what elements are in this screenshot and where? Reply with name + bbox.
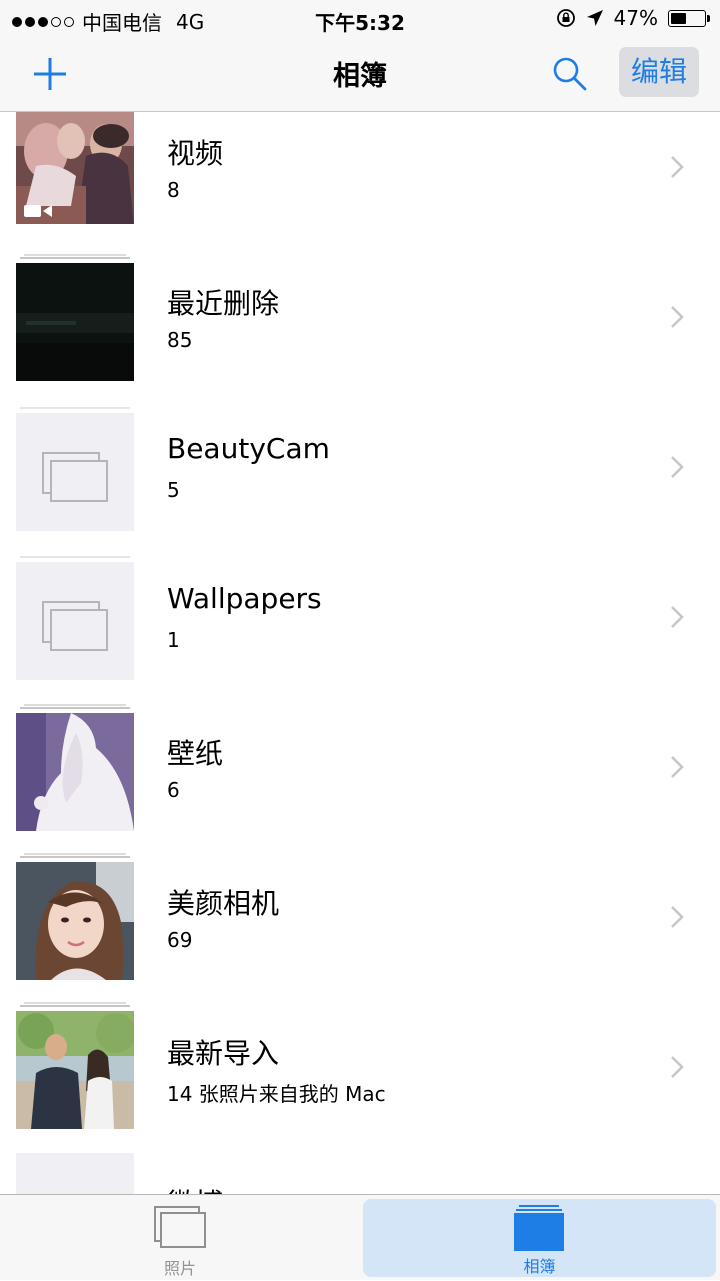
album-thumbnail xyxy=(16,853,134,980)
chevron-right-icon xyxy=(671,606,684,628)
album-count: 69 xyxy=(167,928,193,952)
chevron-right-icon xyxy=(671,306,684,328)
album-count: 14 张照片来自我的 Mac xyxy=(167,1082,386,1106)
album-row-meiyan-camera[interactable]: 美颜相机 69 xyxy=(0,853,720,1006)
album-name: BeautyCam xyxy=(167,432,330,465)
rotation-lock-icon xyxy=(556,9,575,27)
empty-album-icon xyxy=(42,452,108,502)
album-name: 视频 xyxy=(167,137,224,170)
video-camera-icon xyxy=(24,205,52,217)
album-thumbnail xyxy=(16,407,134,531)
album-thumbnail xyxy=(16,1002,134,1129)
album-name: Wallpapers xyxy=(167,582,322,615)
edit-button[interactable]: 编辑 xyxy=(619,47,699,97)
album-count: 8 xyxy=(167,178,180,202)
battery-icon xyxy=(668,9,710,27)
album-name: 微博 xyxy=(167,1182,223,1194)
tab-photos[interactable]: 照片 xyxy=(0,1195,360,1281)
battery-percent: 47% xyxy=(613,6,658,30)
album-row-wallpapers[interactable]: Wallpapers 1 xyxy=(0,556,720,706)
album-count: 6 xyxy=(167,778,180,802)
tab-bar: 照片 相簿 xyxy=(0,1194,720,1280)
album-row-weibo[interactable]: 微博 xyxy=(0,1153,720,1194)
navigation-bar: 相簿 编辑 xyxy=(0,38,720,112)
album-name: 最新导入 xyxy=(167,1037,280,1070)
album-count: 1 xyxy=(167,628,180,652)
chevron-right-icon xyxy=(671,756,684,778)
album-row-last-import[interactable]: 最新导入 14 张照片来自我的 Mac xyxy=(0,1002,720,1156)
chevron-right-icon xyxy=(671,906,684,928)
album-count: 5 xyxy=(167,478,180,502)
chevron-right-icon xyxy=(671,1056,684,1078)
album-count: 85 xyxy=(167,328,193,352)
album-list: 视频 8 最近删除 85 BeautyCam 5 Wallpapers 1 壁纸… xyxy=(0,112,720,1194)
empty-album-icon xyxy=(42,601,108,651)
tab-label: 照片 xyxy=(163,1259,196,1278)
photos-icon xyxy=(154,1206,206,1248)
album-thumbnail xyxy=(16,556,134,680)
album-thumbnail xyxy=(16,254,134,381)
status-right: 47% xyxy=(556,6,710,30)
album-name: 美颜相机 xyxy=(167,887,280,920)
album-row-beautycam[interactable]: BeautyCam 5 xyxy=(0,406,720,556)
album-row-wallpaper-cn[interactable]: 壁纸 6 xyxy=(0,704,720,856)
search-icon xyxy=(553,57,587,91)
page-title: 相簿 xyxy=(333,61,387,92)
location-icon xyxy=(586,10,603,26)
album-name: 壁纸 xyxy=(167,737,224,770)
album-row-recently-deleted[interactable]: 最近删除 85 xyxy=(0,254,720,406)
album-thumbnail xyxy=(16,112,134,224)
album-thumbnail xyxy=(16,704,134,831)
chevron-right-icon xyxy=(671,156,684,178)
tab-label: 相簿 xyxy=(523,1257,556,1276)
album-row-videos[interactable]: 视频 8 xyxy=(0,112,720,256)
album-name: 最近删除 xyxy=(167,287,280,320)
albums-icon xyxy=(514,1205,564,1251)
chevron-right-icon xyxy=(671,456,684,478)
tab-albums[interactable]: 相簿 xyxy=(363,1199,716,1277)
album-thumbnail xyxy=(16,1153,134,1194)
status-bar: 中国电信 4G 下午5:32 47% xyxy=(0,0,720,38)
search-button[interactable] xyxy=(550,54,590,94)
